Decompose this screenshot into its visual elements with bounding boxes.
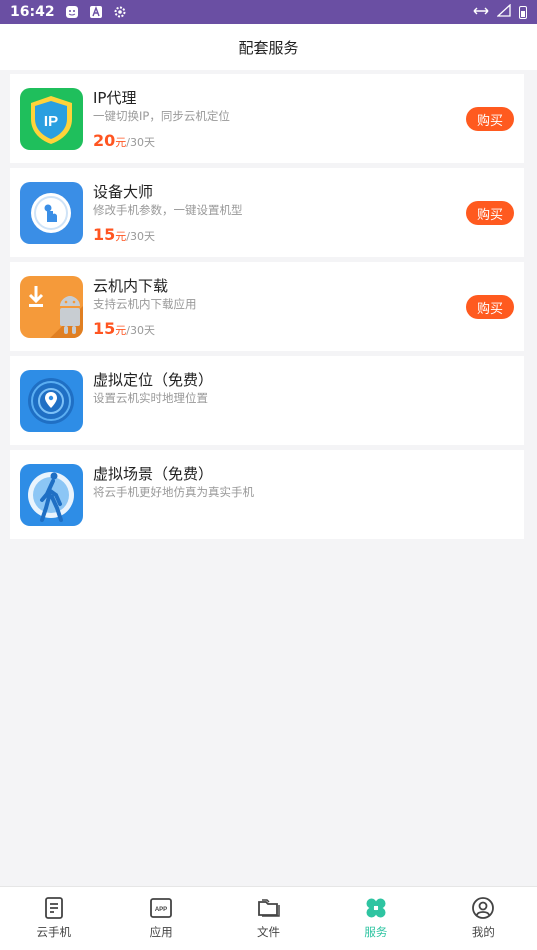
clover-icon xyxy=(366,898,386,918)
bottom-tab-bar: 云手机 APP 应用 文件 服务 我的 xyxy=(0,886,537,950)
service-desc: 设置云机实时地理位置 xyxy=(93,391,208,405)
service-card-cloud-download[interactable]: 云机内下载 支持云机内下载应用 15元/30天 购买 xyxy=(10,262,524,351)
service-list: IP IP代理 一键切换IP，同步云机定位 20元/30天 购买 设备大师 修改… xyxy=(10,74,524,544)
signal-icon xyxy=(496,3,511,20)
service-desc: 一键切换IP，同步云机定位 xyxy=(93,109,230,123)
settings-gear-icon xyxy=(113,5,127,19)
status-time: 16:42 xyxy=(10,4,55,20)
service-card-device-master[interactable]: 设备大师 修改手机参数，一键设置机型 15元/30天 购买 xyxy=(10,168,524,257)
service-desc: 支持云机内下载应用 xyxy=(93,297,197,311)
service-title: 设备大师 xyxy=(93,183,154,201)
walking-person-icon xyxy=(20,464,83,526)
device-master-icon xyxy=(20,182,83,244)
tab-apps[interactable]: APP 应用 xyxy=(107,887,214,950)
service-card-virtual-location[interactable]: 虚拟定位（免费） 设置云机实时地理位置 xyxy=(10,356,524,445)
android-download-icon xyxy=(20,276,83,338)
tab-label: 服务 xyxy=(364,925,388,939)
service-price: 15元/30天 xyxy=(93,225,155,244)
notification-face-icon xyxy=(65,5,79,19)
buy-button-cloud-download[interactable]: 购买 xyxy=(466,295,514,319)
service-title: 云机内下载 xyxy=(93,277,169,295)
service-price: 20元/30天 xyxy=(93,131,155,150)
service-card-ip-proxy[interactable]: IP IP代理 一键切换IP，同步云机定位 20元/30天 购买 xyxy=(10,74,524,163)
service-desc: 修改手机参数，一键设置机型 xyxy=(93,203,243,217)
battery-icon xyxy=(519,5,527,19)
service-desc: 将云手机更好地仿真为真实手机 xyxy=(93,485,254,499)
buy-button-device-master[interactable]: 购买 xyxy=(466,201,514,225)
service-price: 15元/30天 xyxy=(93,319,155,338)
service-title: 虚拟定位（免费） xyxy=(93,371,214,389)
tab-services[interactable]: 服务 xyxy=(322,887,429,950)
page-title: 配套服务 xyxy=(0,24,537,70)
svg-text:IP: IP xyxy=(44,113,58,130)
service-card-virtual-scene[interactable]: 虚拟场景（免费） 将云手机更好地仿真为真实手机 xyxy=(10,450,524,539)
phone-doc-icon xyxy=(44,897,63,919)
service-title: 虚拟场景（免费） xyxy=(93,465,214,483)
status-right-icons xyxy=(473,3,527,20)
status-bar: 16:42 xyxy=(0,0,537,24)
service-title: IP代理 xyxy=(93,89,137,107)
buy-button-ip-proxy[interactable]: 购买 xyxy=(466,107,514,131)
data-transfer-icon xyxy=(473,5,489,20)
ip-proxy-shield-icon: IP xyxy=(20,88,83,150)
tab-profile[interactable]: 我的 xyxy=(430,887,537,950)
notification-a-icon xyxy=(89,5,103,19)
location-radar-icon xyxy=(20,370,83,432)
tab-files[interactable]: 文件 xyxy=(215,887,322,950)
svg-text:APP: APP xyxy=(155,907,167,913)
tab-label: 应用 xyxy=(149,925,173,939)
app-icon: APP xyxy=(150,898,173,918)
user-circle-icon xyxy=(472,897,495,919)
tab-cloud-phone[interactable]: 云手机 xyxy=(0,887,107,950)
tab-label: 文件 xyxy=(257,925,281,939)
tab-label: 我的 xyxy=(471,925,495,939)
tab-label: 云手机 xyxy=(36,925,71,939)
folder-icon xyxy=(257,899,280,917)
